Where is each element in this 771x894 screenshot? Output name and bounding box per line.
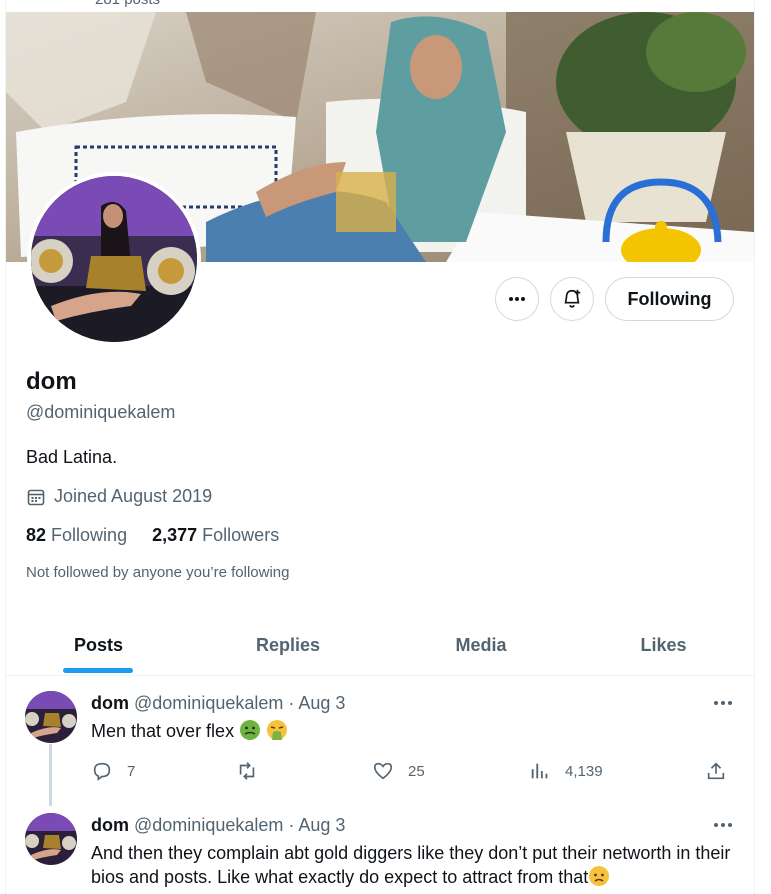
reply-icon bbox=[93, 762, 111, 781]
thread-connector bbox=[49, 744, 52, 806]
like-button[interactable]: 25 bbox=[372, 760, 425, 782]
followers-count-link[interactable]: 2,377 Followers bbox=[152, 525, 279, 545]
profile-avatar[interactable] bbox=[27, 172, 201, 346]
more-dots-icon bbox=[714, 823, 732, 827]
joined-text: Joined August 2019 bbox=[54, 486, 213, 506]
tweet-author-meta[interactable]: @dominiquekalem · Aug 3 bbox=[134, 815, 345, 835]
view-count: 4,139 bbox=[565, 762, 603, 780]
tweet-author-meta[interactable]: @dominiquekalem · Aug 3 bbox=[134, 693, 345, 713]
joined-date: Joined August 2019 bbox=[26, 486, 212, 507]
notifications-button[interactable] bbox=[550, 277, 594, 321]
calendar-icon bbox=[27, 489, 45, 505]
vomiting-face-emoji bbox=[267, 720, 288, 740]
tweet-text: And then they complain abt gold diggers … bbox=[91, 841, 741, 889]
tweet-header: dom @dominiquekalem · Aug 3 bbox=[91, 815, 345, 836]
following-button[interactable]: Following bbox=[605, 277, 734, 321]
following-count: 82 bbox=[26, 525, 47, 545]
tab-media[interactable]: Media bbox=[386, 615, 576, 675]
follow-counts: 82 Following 2,377 Followers bbox=[26, 525, 279, 546]
retweet-icon bbox=[239, 762, 255, 780]
analytics-icon bbox=[531, 763, 548, 779]
tab-replies-label: Replies bbox=[255, 634, 321, 655]
column-border-right bbox=[754, 0, 755, 894]
following-count-link[interactable]: 82 Following bbox=[26, 525, 127, 545]
heart-icon bbox=[373, 762, 393, 780]
reply-count: 7 bbox=[127, 762, 136, 780]
more-dots-icon bbox=[714, 701, 732, 705]
tweet-avatar-image bbox=[25, 813, 77, 865]
tab-posts[interactable]: Posts bbox=[6, 615, 191, 675]
tab-replies[interactable]: Replies bbox=[193, 615, 383, 675]
reply-button[interactable]: 7 bbox=[91, 760, 135, 782]
share-icon bbox=[707, 762, 725, 780]
following-button-label: Following bbox=[627, 288, 712, 309]
tweet-body: Men that over flex bbox=[91, 721, 235, 741]
tweet-author-name[interactable]: dom bbox=[91, 815, 129, 835]
tab-likes-label: Likes bbox=[640, 634, 687, 655]
tweet-more-button[interactable] bbox=[711, 693, 735, 713]
tweet-header: dom @dominiquekalem · Aug 3 bbox=[91, 693, 345, 714]
like-count: 25 bbox=[408, 762, 425, 780]
tab-media-label: Media bbox=[455, 634, 507, 655]
avatar-image bbox=[31, 176, 197, 342]
views-button[interactable]: 4,139 bbox=[529, 760, 603, 782]
tweet-avatar[interactable] bbox=[25, 691, 77, 743]
tab-posts-label: Posts bbox=[73, 634, 124, 655]
followers-count: 2,377 bbox=[152, 525, 198, 545]
profile-bio: Bad Latina. bbox=[26, 447, 118, 467]
profile-handle: @dominiquekalem bbox=[26, 402, 176, 422]
followers-label: Followers bbox=[202, 525, 280, 545]
tweet-avatar-image bbox=[25, 691, 77, 743]
tweet-author-name[interactable]: dom bbox=[91, 693, 129, 713]
tweet-avatar[interactable] bbox=[25, 813, 77, 865]
nauseated-face-emoji bbox=[240, 720, 261, 740]
bell-plus-icon bbox=[564, 289, 581, 308]
retweet-button[interactable] bbox=[236, 760, 266, 782]
tweet-body: And then they complain abt gold diggers … bbox=[91, 843, 731, 887]
header-posts-count: 281 posts bbox=[0, 0, 771, 12]
more-options-button[interactable] bbox=[495, 277, 539, 321]
active-tab-indicator bbox=[63, 668, 133, 673]
profile-tabs: Posts Replies Media Likes bbox=[6, 615, 754, 676]
posts-count-text: 281 posts bbox=[95, 0, 160, 8]
more-dots-icon bbox=[509, 297, 525, 301]
display-name: dom bbox=[26, 368, 77, 395]
share-button[interactable] bbox=[705, 760, 727, 782]
tweet-more-button[interactable] bbox=[711, 815, 735, 835]
tweet-text: Men that over flex bbox=[91, 719, 741, 743]
worried-face-emoji bbox=[589, 866, 610, 886]
following-label: Following bbox=[51, 525, 128, 545]
tab-likes[interactable]: Likes bbox=[571, 615, 756, 675]
not-followed-notice: Not followed by anyone you’re following bbox=[26, 564, 290, 581]
